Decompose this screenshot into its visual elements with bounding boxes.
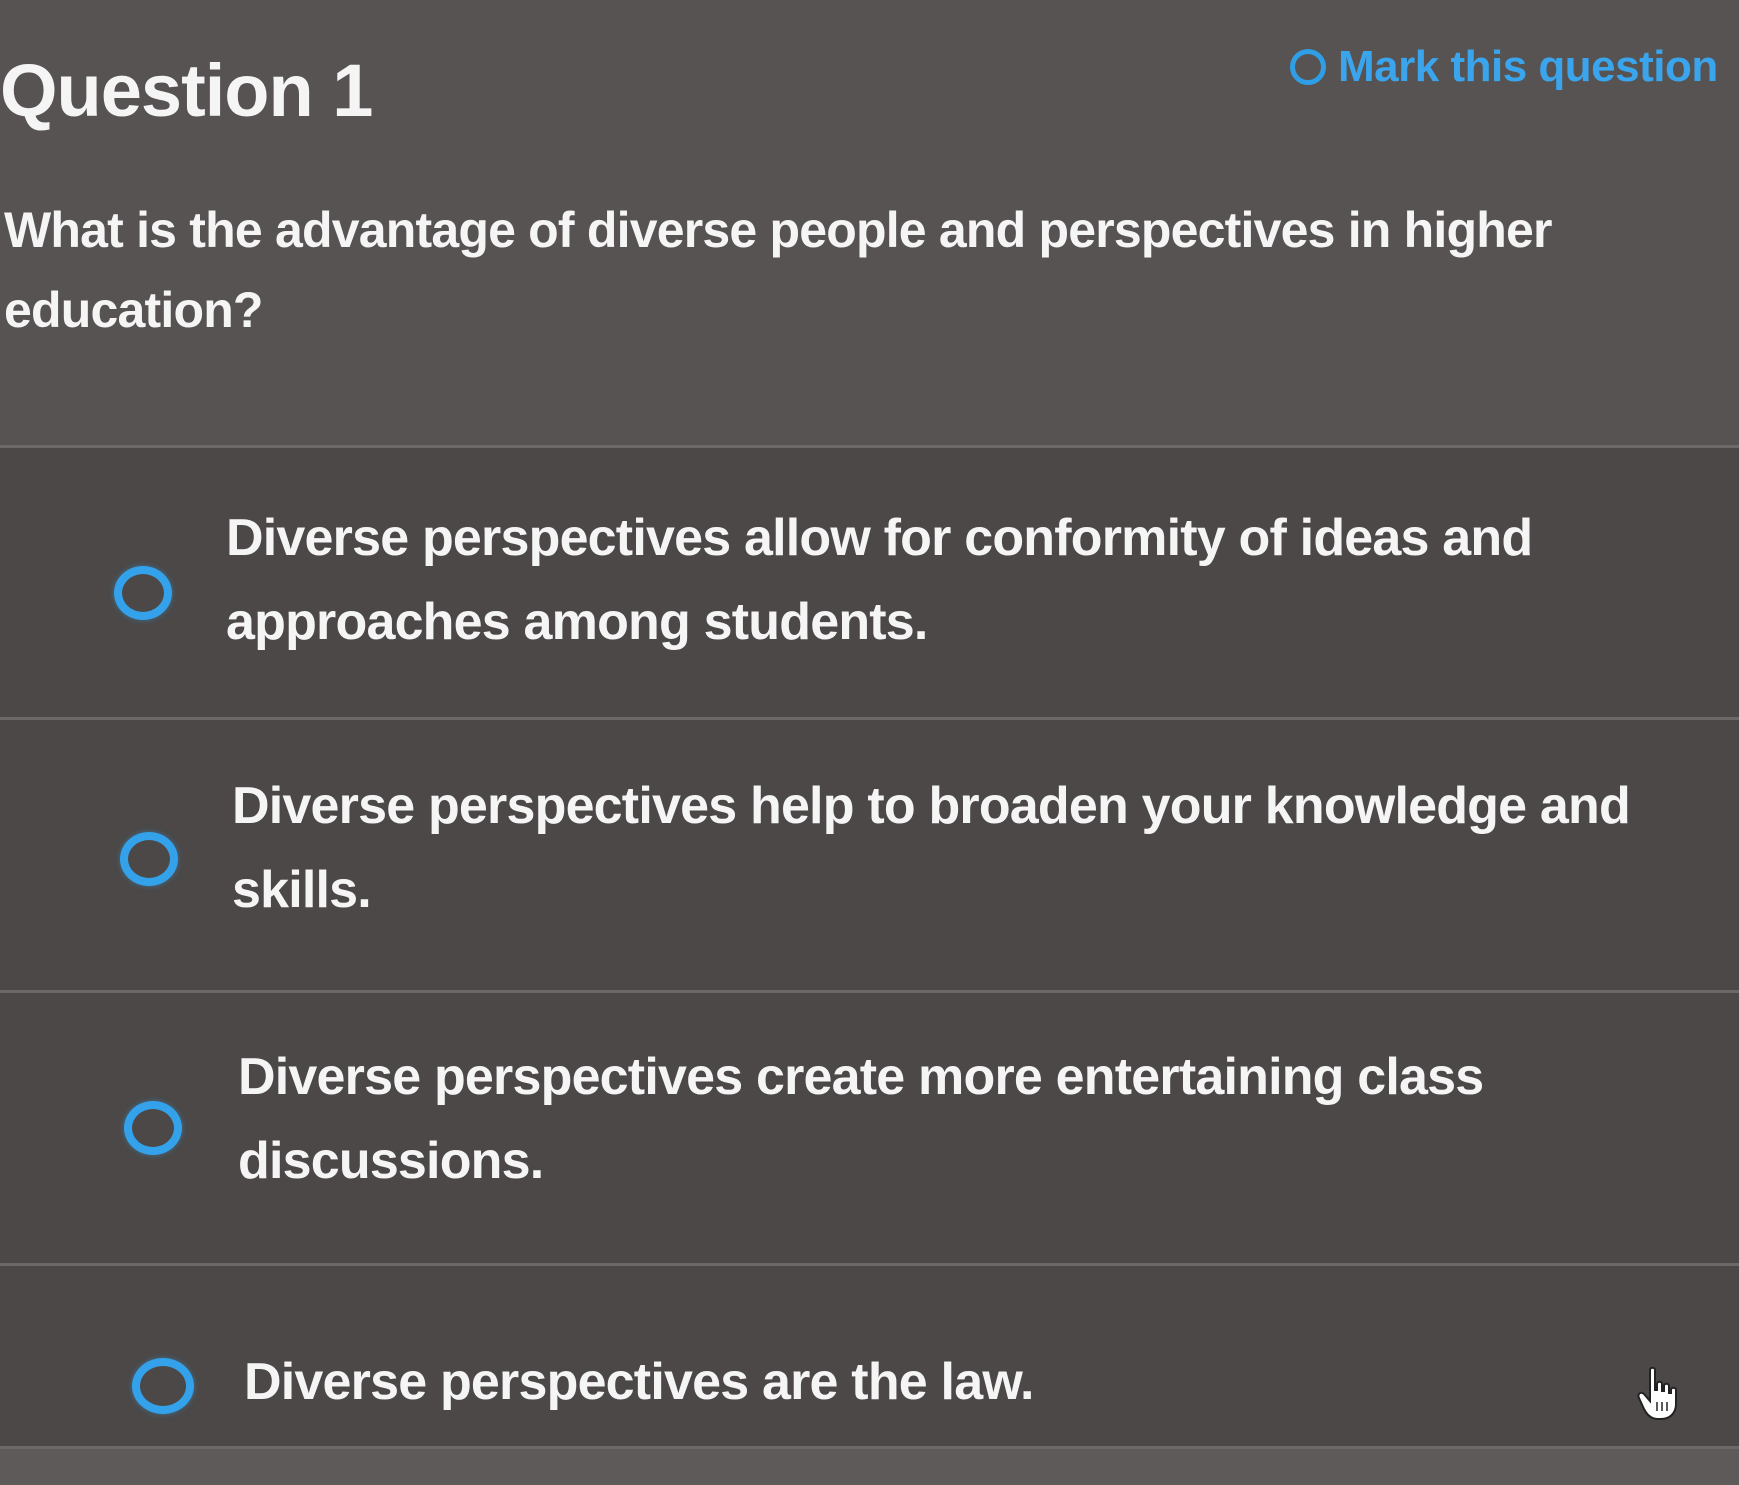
radio-circle-icon[interactable] bbox=[124, 1101, 182, 1155]
answer-option-3[interactable]: Diverse perspectives create more enterta… bbox=[0, 993, 1739, 1266]
answer-label[interactable]: Diverse perspectives are the law. bbox=[244, 1340, 1664, 1424]
answer-option-1[interactable]: Diverse perspectives allow for conformit… bbox=[0, 445, 1739, 720]
question-title: Question 1 bbox=[0, 49, 373, 132]
answer-label[interactable]: Diverse perspectives allow for conformit… bbox=[226, 496, 1646, 664]
question-header: Question 1 Mark this question What is th… bbox=[0, 0, 1739, 445]
page-bottom-divider bbox=[0, 1446, 1739, 1485]
answer-list: Diverse perspectives allow for conformit… bbox=[0, 445, 1739, 1456]
radio-circle-icon[interactable] bbox=[120, 832, 178, 886]
answer-option-4[interactable]: Diverse perspectives are the law. bbox=[0, 1266, 1739, 1456]
question-text: What is the advantage of diverse people … bbox=[4, 202, 1552, 338]
answer-option-2[interactable]: Diverse perspectives help to broaden you… bbox=[0, 720, 1739, 993]
radio-circle-icon[interactable] bbox=[1290, 49, 1326, 85]
answer-label[interactable]: Diverse perspectives help to broaden you… bbox=[232, 764, 1652, 932]
mark-question-toggle[interactable]: Mark this question bbox=[1290, 42, 1718, 92]
hand-pointer-icon bbox=[1637, 1366, 1677, 1420]
answer-label[interactable]: Diverse perspectives create more enterta… bbox=[238, 1035, 1658, 1203]
radio-circle-icon[interactable] bbox=[114, 566, 172, 620]
radio-circle-icon[interactable] bbox=[132, 1358, 194, 1414]
mark-question-label[interactable]: Mark this question bbox=[1338, 42, 1718, 92]
